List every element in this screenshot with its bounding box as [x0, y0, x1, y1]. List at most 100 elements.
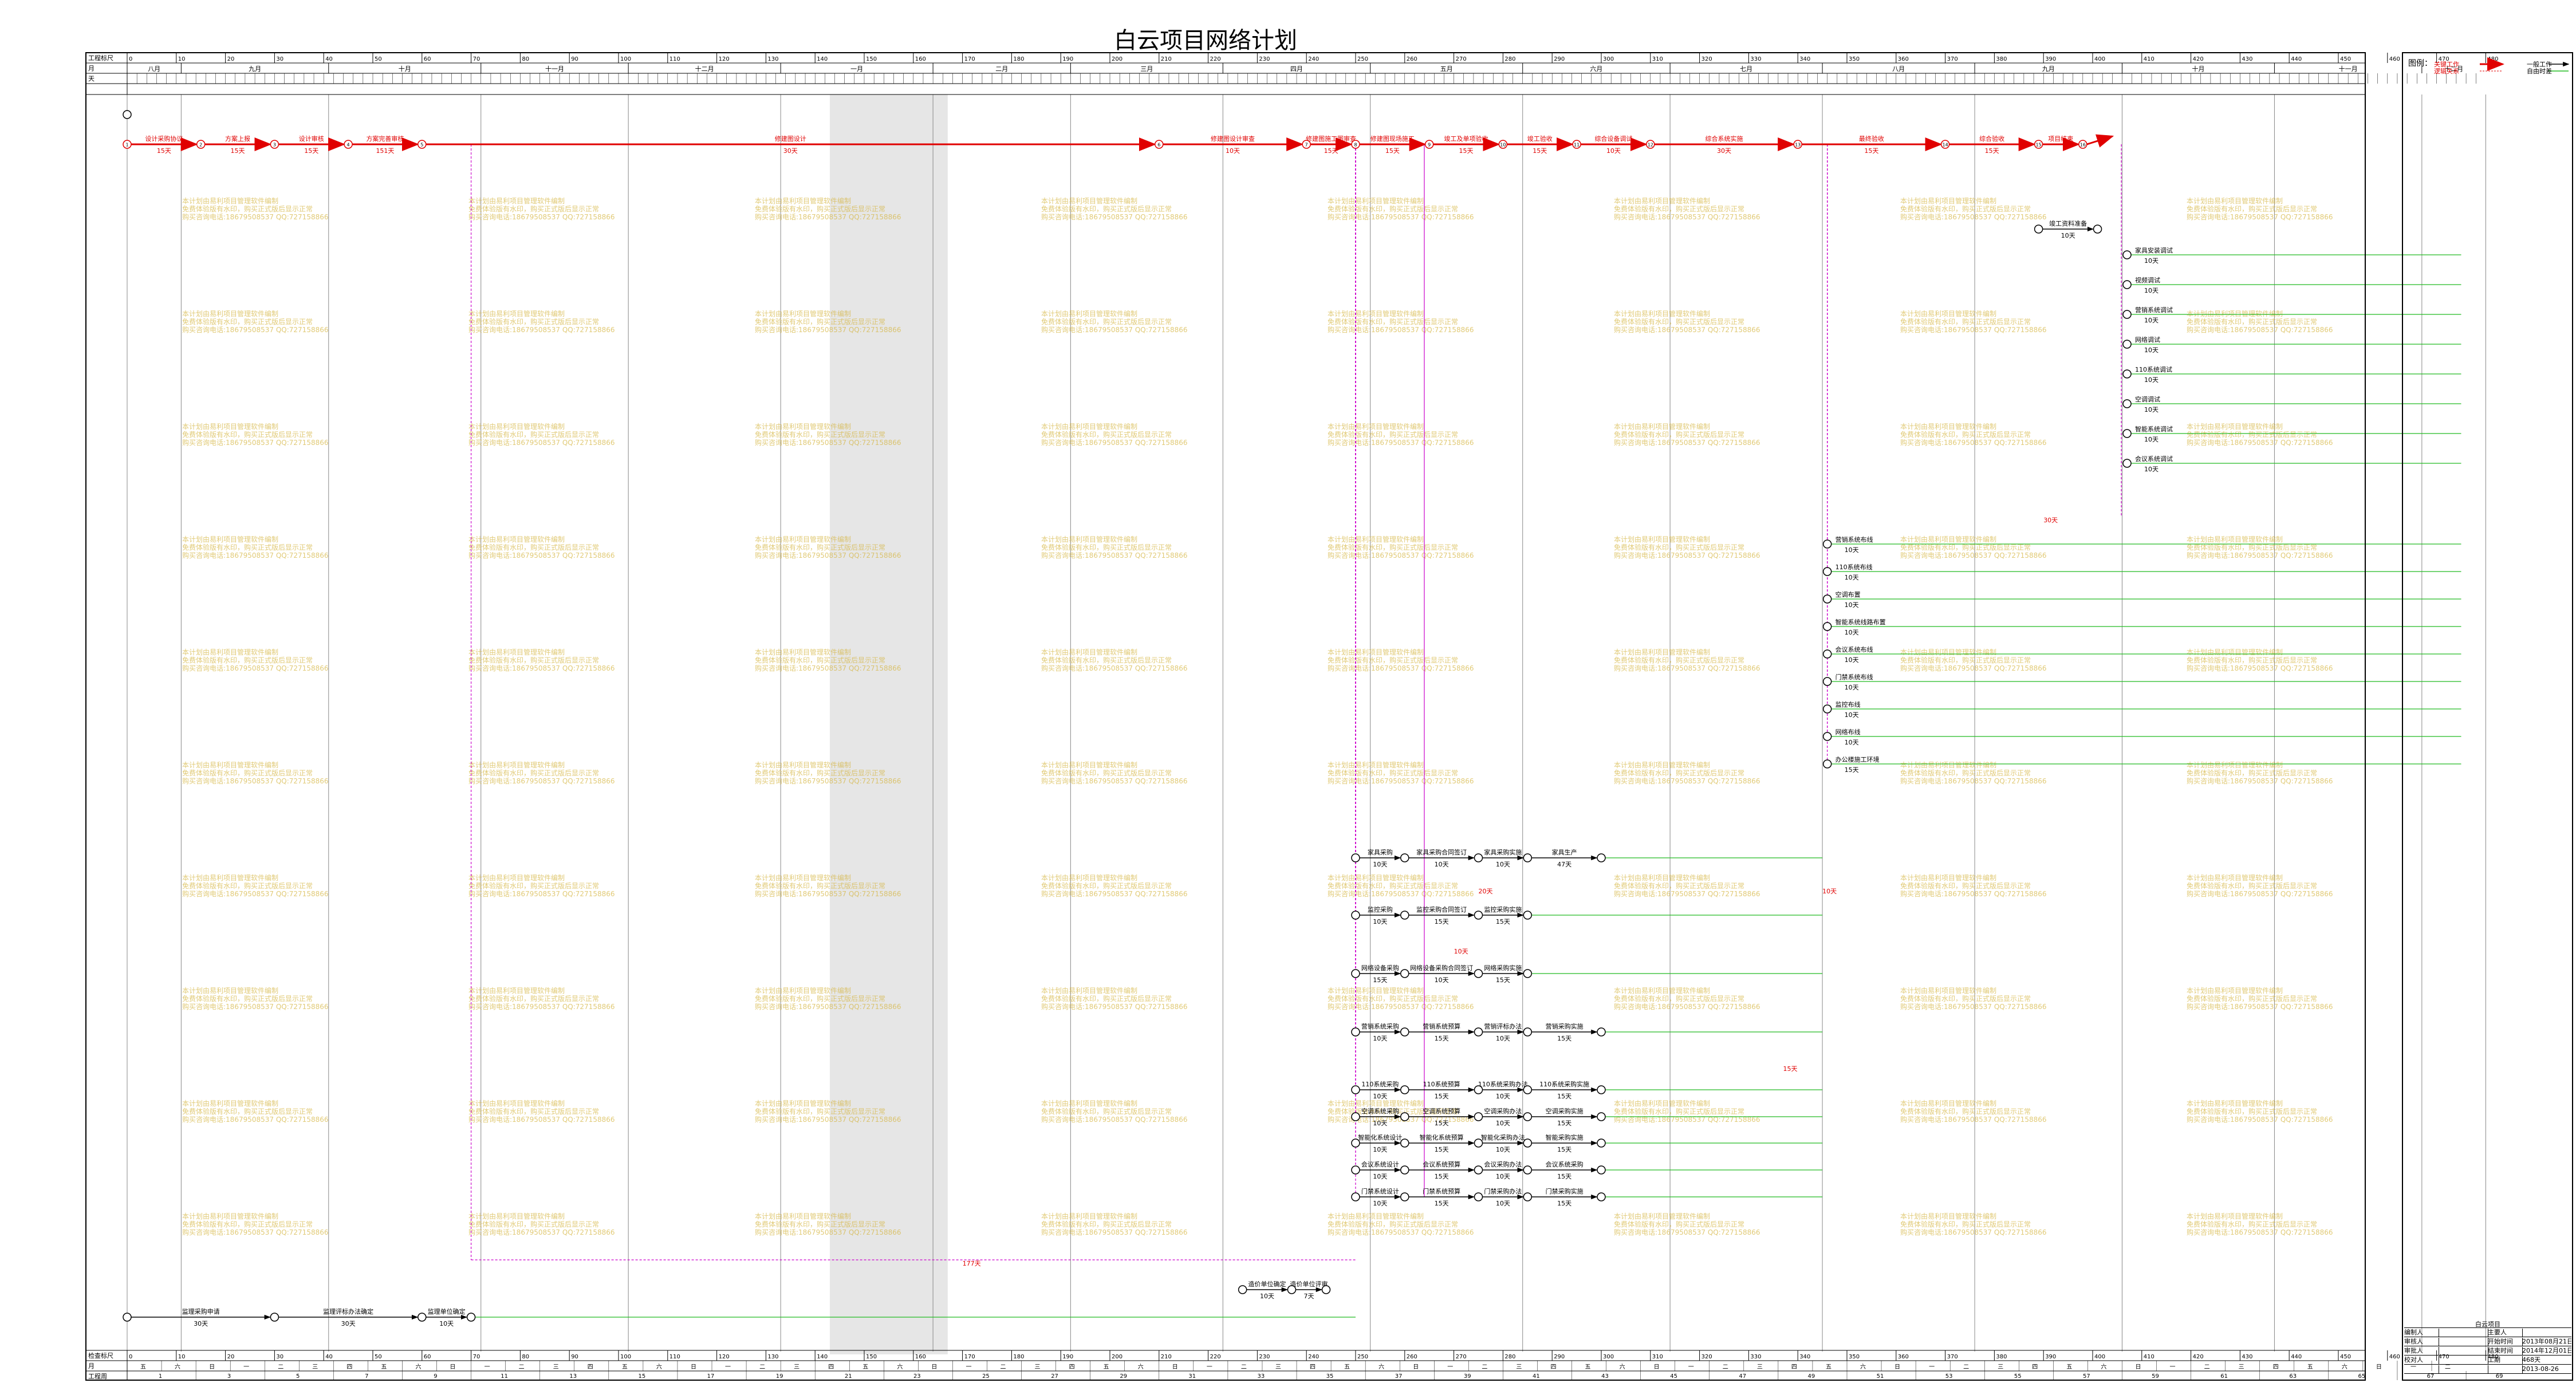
watermark-text: 本计划由易利项目管理软件编制: [182, 422, 278, 431]
task-name: 综合设备调试: [1594, 135, 1632, 143]
watermark-text: 本计划由易利项目管理软件编制: [1041, 1212, 1137, 1220]
watermark-text: 免费体验版有水印，购买正式版后显示正常: [755, 317, 885, 326]
task-duration: 10天: [1845, 656, 1859, 664]
weekday-label: 六: [897, 1364, 903, 1370]
event-node: [1351, 911, 1360, 920]
watermark-text: 免费体验版有水印，购买正式版后显示正常: [1614, 769, 1744, 777]
event-node: [1597, 1112, 1606, 1121]
ruler-tick-label: 90: [571, 56, 578, 62]
event-nodes: 1 2 3 4 5 6 7 8 9 10 11 12 13 14 15 16: [123, 110, 2132, 1322]
watermark-text: 本计划由易利项目管理软件编制: [182, 1099, 278, 1108]
watermark-text: 购买咨询电话:18679508537 QQ:727158866: [468, 889, 615, 898]
event-node: [1523, 1112, 1533, 1121]
watermark-text: 免费体验版有水印，购买正式版后显示正常: [755, 769, 885, 777]
footer-tick-label: 360: [1898, 1354, 1909, 1360]
watermark-text: 本计划由易利项目管理软件编制: [182, 535, 278, 543]
watermark-text: 本计划由易利项目管理软件编制: [182, 196, 278, 205]
watermark-text: 免费体验版有水印，购买正式版后显示正常: [1328, 656, 1458, 664]
task-duration: 15天: [1435, 1173, 1449, 1180]
weekday-label: 二: [1241, 1364, 1247, 1370]
ruler-tick-label: 40: [325, 56, 333, 62]
watermark-text: 购买咨询电话:18679508537 QQ:727158866: [1041, 325, 1188, 334]
weekday-label: 二: [519, 1364, 525, 1370]
weekday-label: 三: [1035, 1364, 1041, 1370]
weekday-label: 五: [2307, 1364, 2313, 1370]
watermark-text: 免费体验版有水印，购买正式版后显示正常: [1328, 769, 1458, 777]
footer-tick-label: 180: [1013, 1354, 1024, 1360]
timescale-footer: 检查标尺月工程周 0 10 20 30 40 50 60 70 80 90 100 110 120 130 1…: [86, 1350, 2503, 1381]
watermark-text: 免费体验版有水印，购买正式版后显示正常: [1041, 317, 1172, 326]
ruler-tick-label: 240: [1308, 56, 1319, 62]
task-duration: 10天: [1845, 684, 1859, 691]
ruler-tick-label: 460: [2389, 56, 2400, 62]
task-name: 方案完善审核: [366, 135, 404, 143]
weekday-label: 五: [1585, 1364, 1591, 1370]
watermark-text: 本计划由易利项目管理软件编制: [1041, 1099, 1137, 1108]
info-block: 白云项目 编制人 主要人 审核人 开始时间 2013年08月21日 审批人 结束时间 2014…: [2404, 1319, 2571, 1377]
info-cell: [2439, 1365, 2488, 1374]
task-duration: 15天: [304, 147, 318, 155]
footer-tick-label: 160: [915, 1354, 926, 1360]
watermark-text: 本计划由易利项目管理软件编制: [755, 761, 851, 769]
watermark-text: 免费体验版有水印，购买正式版后显示正常: [755, 543, 885, 551]
footer-tick-label: 390: [2045, 1354, 2056, 1360]
watermark-text: 免费体验版有水印，购买正式版后显示正常: [2187, 1107, 2317, 1116]
task-duration: 10天: [2144, 376, 2159, 384]
ruler-tick-label: 450: [2340, 56, 2351, 62]
weekday-label: 一: [2170, 1364, 2176, 1370]
week-number-label: 37: [1395, 1373, 1403, 1380]
event-node: [123, 110, 132, 119]
info-project-name: 白云项目: [2404, 1319, 2571, 1328]
task-name: 智能化系统设计: [1358, 1133, 1402, 1141]
task-name: 空调系统预算: [1423, 1107, 1460, 1115]
event-node: [1474, 911, 1483, 920]
event-node: [1351, 1138, 1360, 1148]
event-node: [1351, 1085, 1360, 1094]
watermark-text: 免费体验版有水印，购买正式版后显示正常: [1041, 543, 1172, 551]
watermark-text: 购买咨询电话:18679508537 QQ:727158866: [1900, 551, 2047, 559]
watermark-text: 免费体验版有水印，购买正式版后显示正常: [1614, 881, 1744, 890]
ruler-tick-label: 440: [2291, 56, 2302, 62]
ruler-tick-label: 330: [1750, 56, 1761, 62]
watermark-text: 本计划由易利项目管理软件编制: [1900, 1212, 1996, 1220]
task-name: 会议系统预算: [1423, 1160, 1460, 1168]
task-name: 智能采购实施: [1546, 1133, 1584, 1141]
week-number-label: 17: [707, 1373, 715, 1380]
watermark-text: 免费体验版有水印，购买正式版后显示正常: [755, 881, 885, 890]
ruler-tick-label: 0: [129, 56, 132, 62]
task-duration: 15天: [1557, 1200, 1571, 1207]
watermark-text: 免费体验版有水印，购买正式版后显示正常: [1328, 994, 1458, 1003]
watermark-text: 购买咨询电话:18679508537 QQ:727158866: [1614, 212, 1760, 221]
watermark-text: 购买咨询电话:18679508537 QQ:727158866: [1614, 889, 1760, 898]
watermark-text: 购买咨询电话:18679508537 QQ:727158866: [1041, 889, 1188, 898]
footer-tick-label: 170: [964, 1354, 975, 1360]
task-name: 营销系统调试: [2135, 306, 2173, 314]
weekday-label: 四: [588, 1364, 593, 1370]
weekday-label: 五: [622, 1364, 628, 1370]
ruler-tick-label: 170: [964, 56, 975, 62]
watermark-text: 免费体验版有水印，购买正式版后显示正常: [468, 994, 599, 1003]
event-node: [1351, 1027, 1360, 1037]
event-node: [417, 1313, 427, 1322]
task-name: 家具采购实施: [1484, 848, 1522, 856]
weekday-label: 日: [1413, 1364, 1419, 1370]
task-name: 智能系统线路布置: [1836, 618, 1886, 626]
weekday-label: 一: [1207, 1364, 1212, 1370]
weekday-label: 四: [1550, 1364, 1556, 1370]
network-chart[interactable]: 工程标尺月天0 10 20 30 40 50 60 70 80 90 100 110 120 130 140…: [0, 0, 2576, 1383]
event-node: [123, 1313, 132, 1322]
task-duration: 10天: [1496, 1093, 1510, 1100]
watermark-text: 本计划由易利项目管理软件编制: [755, 648, 851, 656]
task-duration: 10天: [1373, 861, 1387, 868]
watermark-text: 免费体验版有水印，购买正式版后显示正常: [2187, 881, 2317, 890]
outer-frame: [85, 52, 2366, 1381]
watermark-text: 购买咨询电话:18679508537 QQ:727158866: [1614, 1002, 1760, 1011]
task-duration: 10天: [2144, 346, 2159, 354]
task-duration: 10天: [1373, 1120, 1387, 1127]
month-label: 五月: [1440, 65, 1453, 73]
event-node: [1400, 1165, 1409, 1175]
event-node: [1400, 1192, 1409, 1201]
event-node: [1474, 1112, 1483, 1121]
watermark-text: 购买咨询电话:18679508537 QQ:727158866: [2187, 551, 2333, 559]
footer-tick-label: 460: [2389, 1354, 2400, 1360]
